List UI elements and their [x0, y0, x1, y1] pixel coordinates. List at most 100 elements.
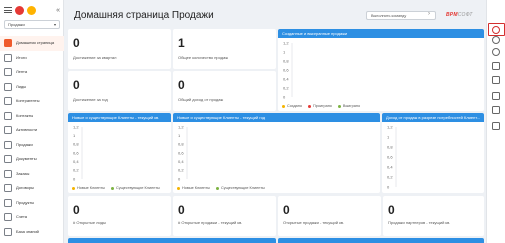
summary-icon: [4, 53, 12, 62]
y-tick-label: 0,6: [387, 154, 393, 159]
chart-plot: 1,2 1 0,8 0,6 0,4 0,2 0: [387, 124, 397, 189]
kpi-value: 0: [73, 78, 80, 92]
kpi-value: 1: [178, 36, 185, 50]
legend-label: Новые Клиенты: [182, 186, 210, 190]
legend-item[interactable]: Новые Клиенты: [177, 186, 210, 190]
collapse-sidebar-icon[interactable]: «: [56, 7, 60, 14]
tasks-icon[interactable]: [492, 122, 500, 130]
sidebar-item[interactable]: Итоги: [0, 51, 64, 66]
sidebar-item[interactable]: Активности: [0, 123, 64, 138]
chart-legend: Новые Клиенты Существующие Клиенты: [72, 186, 160, 190]
sidebar-item[interactable]: Продукты: [0, 196, 64, 211]
kpi-value: 0: [178, 203, 185, 217]
y-tick-label: 1: [73, 133, 76, 138]
logo-row: «: [4, 4, 60, 16]
chart-legend: Создано Проиграно Выиграно: [282, 104, 360, 108]
legend-item[interactable]: Существующие Клиенты: [216, 186, 265, 190]
home-icon: [4, 39, 12, 48]
legend-dot-icon: [72, 186, 75, 190]
chart-revenue-by-needs: Доход от продаж в разрезе потребностей К…: [382, 113, 484, 193]
y-tick-label: 1,2: [387, 124, 393, 129]
knowledge-icon: [4, 227, 12, 236]
sidebar-item-label: Домашняя страница: [16, 40, 55, 46]
chat-icon[interactable]: [492, 62, 500, 70]
y-tick-label: 1: [178, 133, 181, 138]
add-icon[interactable]: [27, 5, 36, 15]
sales-icon: [4, 140, 12, 149]
sidebar-item[interactable]: База знаний: [0, 225, 64, 240]
legend-dot-icon: [282, 104, 285, 108]
legend-label: Существующие Клиенты: [221, 186, 265, 190]
feedback-icon[interactable]: [492, 92, 500, 100]
command-go-icon[interactable]: ›: [428, 11, 430, 17]
y-tick-label: 0,6: [178, 150, 184, 155]
sidebar-item-label: Счета: [16, 214, 28, 220]
settings-icon[interactable]: [492, 36, 500, 44]
legend-label: Новые Клиенты: [77, 186, 105, 190]
legend-item[interactable]: Проиграно: [308, 104, 332, 108]
command-placeholder: Выполнить команду: [371, 13, 407, 18]
documents-icon: [4, 155, 12, 164]
kpi-card: 0 # Открытые лиды: [68, 196, 171, 236]
y-tick-label: 0,2: [283, 85, 289, 90]
chart-title: Созданные и выигранные продажи: [278, 29, 484, 38]
y-tick-label: 0,4: [387, 164, 393, 169]
workspace-select[interactable]: Продажи ▾: [4, 20, 60, 29]
legend-item[interactable]: Выиграно: [337, 104, 360, 108]
menu-icon[interactable]: [4, 7, 12, 13]
kpi-caption: Продажи партнеров - текущий кв.: [388, 220, 451, 225]
chart-title: Доход от продаж в разрезе потребностей К…: [382, 113, 484, 122]
feed-icon: [4, 68, 12, 77]
kpi-card: 0 Продажи партнеров - текущий кв.: [383, 196, 484, 236]
y-tick-label: 0,4: [73, 159, 79, 164]
legend-dot-icon: [308, 104, 312, 108]
legend-dot-icon: [111, 186, 114, 190]
chart-legend: Новые Клиенты Существующие Клиенты: [177, 186, 265, 190]
globe-icon[interactable]: [492, 26, 500, 34]
sidebar-item[interactable]: Домашняя страница: [0, 36, 64, 51]
sidebar-item[interactable]: Лиды: [0, 80, 64, 95]
kpi-caption: # Открытые лиды: [73, 220, 106, 225]
sidebar-item[interactable]: Контакты: [0, 109, 64, 124]
sidebar-item[interactable]: Счета: [0, 210, 64, 225]
legend-dot-icon: [337, 104, 341, 108]
sidebar-item-label: Лента: [16, 69, 28, 75]
chart-clients-year: Новые и существующие Клиенты - текущий г…: [173, 113, 380, 193]
sidebar-item[interactable]: Контрагенты: [0, 94, 64, 109]
notifications-icon[interactable]: [492, 106, 500, 114]
sidebar-item[interactable]: Продажи: [0, 138, 64, 153]
legend-item[interactable]: Создано: [282, 104, 302, 108]
orders-icon: [4, 169, 12, 178]
sidebar-item[interactable]: Документы: [0, 152, 64, 167]
logo-icon[interactable]: [15, 5, 24, 15]
kpi-card: 0 Достижение за год: [68, 71, 171, 111]
workspace-select-value: Продажи: [8, 22, 25, 27]
y-tick-label: 0: [178, 176, 181, 181]
right-rail: [486, 0, 505, 243]
sidebar-item[interactable]: Заказы: [0, 167, 64, 182]
sidebar-item-label: Документы: [16, 156, 37, 162]
brand-suffix: СОФТ: [457, 12, 473, 18]
y-tick-label: 0: [283, 94, 286, 99]
contacts-icon: [4, 111, 12, 120]
brand-logo: ВРМСОФТ: [446, 12, 473, 18]
y-tick-label: 0,2: [387, 174, 393, 179]
kpi-card: 0 Открытые продажи - текущий кв.: [278, 196, 381, 236]
legend-label: Проиграно: [313, 104, 332, 108]
kpi-caption: # Открытые продажи - текущий кв.: [178, 220, 243, 225]
legend-item[interactable]: Существующие Клиенты: [111, 186, 160, 190]
messages-icon[interactable]: [492, 76, 500, 84]
legend-dot-icon: [177, 186, 180, 190]
command-input[interactable]: Выполнить команду: [366, 11, 436, 20]
legend-item[interactable]: Новые Клиенты: [72, 186, 105, 190]
sidebar-item[interactable]: Лента: [0, 65, 64, 80]
y-tick-label: 1,2: [73, 124, 79, 129]
help-icon[interactable]: [492, 48, 500, 56]
sidebar-item[interactable]: Договоры: [0, 181, 64, 196]
sidebar-item-label: Заказы: [16, 170, 30, 176]
sidebar-item-label: Лиды: [16, 83, 27, 89]
accounts-icon: [4, 97, 12, 106]
y-tick-label: 1: [387, 134, 390, 139]
chart-plot: 1,2 1 0,8 0,6 0,4 0,2 0: [178, 124, 188, 181]
kpi-value: 0: [388, 203, 395, 217]
